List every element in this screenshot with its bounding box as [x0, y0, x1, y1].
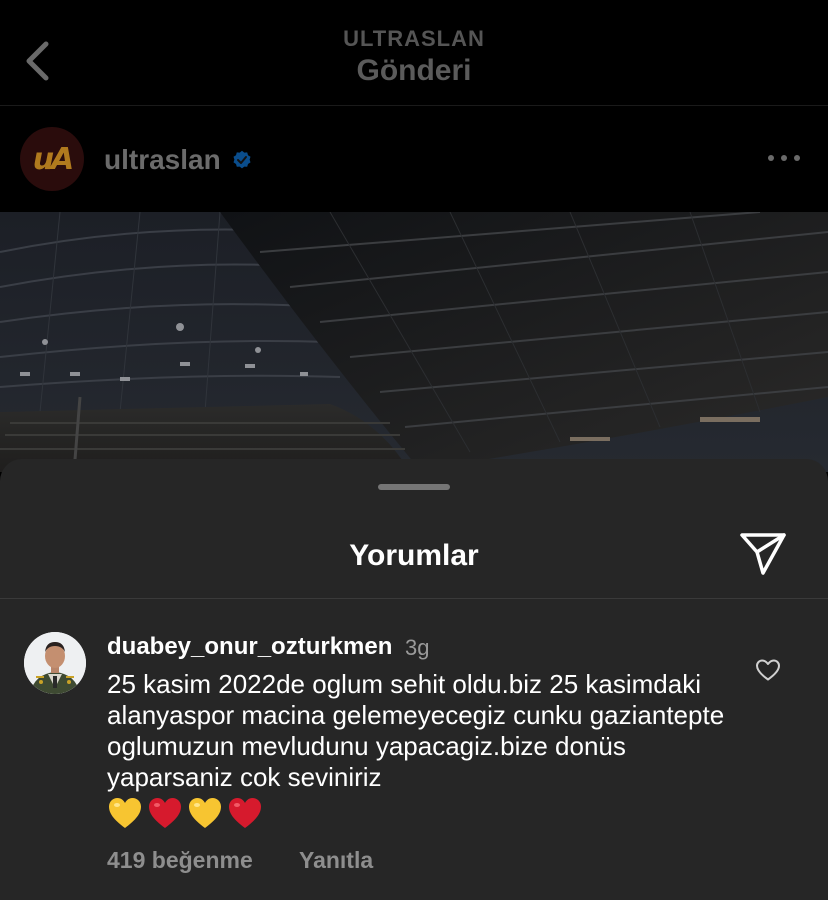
post-username[interactable]: ultraslan	[104, 144, 221, 176]
comments-title: Yorumlar	[349, 539, 479, 572]
red-heart-icon	[149, 798, 181, 828]
verified-badge-icon	[233, 150, 251, 169]
comments-sheet: Yorumlar duabey_onur_ozturkmen 3g 25 kas…	[0, 459, 828, 900]
heart-outline-icon[interactable]	[755, 658, 781, 682]
comment-username[interactable]: duabey_onur_ozturkmen	[107, 633, 392, 661]
header-account-name: ULTRASLAN	[343, 26, 485, 51]
send-icon[interactable]	[738, 531, 788, 577]
post-image[interactable]	[0, 212, 828, 472]
top-bar: ULTRASLAN Gönderi	[0, 0, 828, 106]
post-header: uA ultraslan	[0, 106, 828, 212]
sheet-drag-handle[interactable]	[378, 484, 450, 490]
reply-button[interactable]: Yanıtla	[299, 847, 373, 874]
avatar-logo: uA	[32, 141, 75, 177]
yellow-heart-icon	[109, 798, 141, 828]
avatar[interactable]: uA	[20, 127, 84, 191]
yellow-heart-icon	[189, 798, 221, 828]
red-heart-icon	[229, 798, 261, 828]
more-horizontal-icon[interactable]	[764, 148, 804, 168]
comment-avatar[interactable]	[24, 632, 86, 694]
page-title: Gönderi	[356, 54, 472, 87]
stadium-image	[0, 212, 828, 472]
profile-photo	[24, 632, 86, 694]
comment-emojis	[107, 795, 263, 833]
comment-likes-count[interactable]: 419 beğenme	[107, 847, 253, 874]
comment-text: 25 kasim 2022de oglum sehit oldu.biz 25 …	[107, 669, 732, 792]
divider	[0, 598, 828, 599]
comment-timestamp: 3g	[405, 635, 430, 660]
